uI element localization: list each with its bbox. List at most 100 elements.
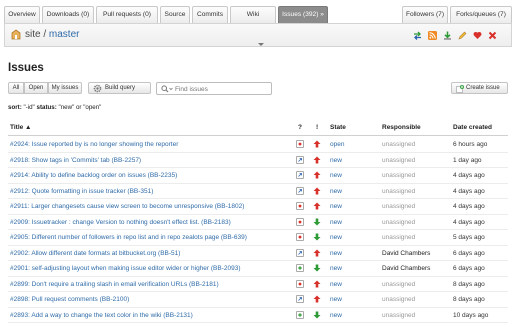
issue-date-created: 8 days ago: [453, 296, 485, 303]
issue-state[interactable]: new: [330, 265, 342, 272]
priority-up-arrow-icon: [313, 249, 321, 256]
repository-icon: [11, 29, 21, 40]
table-row[interactable]: #2918: Show tags in 'Commits' tab (BB-22…: [8, 153, 508, 168]
issue-state[interactable]: new: [330, 234, 342, 241]
issue-state[interactable]: new: [330, 203, 342, 210]
issue-title-link[interactable]: #2924: Issue reported by is no longer sh…: [10, 141, 178, 148]
issue-title-link[interactable]: #2918: Show tags in 'Commits' tab (BB-22…: [10, 157, 141, 164]
table-row[interactable]: #2909: Issuetracker : change Version to …: [8, 215, 508, 230]
table-row[interactable]: #2899: Don't require a trailing slash in…: [8, 277, 508, 292]
build-query-button[interactable]: Build query: [88, 82, 151, 94]
issue-date-created: 8 days ago: [453, 280, 485, 288]
tab-forks-queues[interactable]: Forks/queues (7): [450, 6, 512, 23]
issue-title-link[interactable]: #2901: self-adjusting layout when making…: [10, 265, 241, 272]
issue-responsible: unassigned: [382, 203, 416, 210]
priority-down-arrow-icon: [313, 264, 321, 272]
issue-title-link[interactable]: #2911: Larger changesets cause view scre…: [10, 203, 244, 210]
priority-up-arrow-icon: [313, 187, 321, 194]
issue-state[interactable]: new: [330, 188, 342, 195]
create-issue-button[interactable]: Create issue: [451, 82, 508, 94]
issue-state[interactable]: new: [330, 172, 342, 179]
tab-issues[interactable]: Issues (392) »: [278, 6, 328, 23]
priority-down-arrow-icon: [313, 311, 321, 318]
status-label: status:: [36, 104, 57, 111]
enhancement-type-icon: [296, 186, 304, 195]
priority-up-arrow-icon: [313, 202, 321, 210]
issue-responsible: David Chambers: [382, 265, 431, 272]
rss-icon[interactable]: [428, 31, 437, 40]
issue-date-created: 4 days ago: [453, 218, 485, 226]
table-row[interactable]: #2893: Add a way to change the text colo…: [8, 308, 508, 323]
issue-state[interactable]: new: [330, 157, 342, 164]
query-summary: sort: "-id" status: "new" or "open": [8, 104, 101, 111]
repo-branch[interactable]: master: [49, 29, 80, 40]
tab-downloads[interactable]: Downloads (0): [42, 6, 94, 23]
table-row[interactable]: #2898: Pull request comments (BB-2100) ne…: [8, 292, 508, 308]
priority-up-arrow-icon: [313, 171, 321, 179]
compare-arrows-icon[interactable]: [413, 31, 422, 40]
table-row[interactable]: #2914: Ability to define backlog order o…: [8, 168, 508, 184]
issue-title-link[interactable]: #2912: Quote formatting in issue tracker…: [10, 188, 153, 195]
status-value: "new" or "open": [58, 104, 102, 111]
column-date-created[interactable]: Date created: [453, 124, 492, 131]
filter-all-button[interactable]: All: [8, 82, 24, 94]
issue-responsible: David Chambers: [382, 249, 431, 257]
heart-icon[interactable]: [473, 31, 482, 40]
sort-value: "-id": [23, 104, 35, 111]
issue-title-link[interactable]: #2898: Pull request comments (BB-2100): [10, 296, 129, 303]
tab-pull-requests[interactable]: Pull requests (0): [96, 6, 158, 23]
tab-followers[interactable]: Followers (7): [402, 6, 448, 23]
column-type[interactable]: ?: [298, 124, 302, 131]
enhancement-type-icon: [296, 295, 304, 303]
delete-icon[interactable]: [488, 31, 497, 40]
column-priority[interactable]: !: [316, 124, 318, 131]
enhancement-type-icon: [296, 248, 304, 257]
issue-title-link[interactable]: #2909: Issuetracker : change Version to …: [10, 219, 231, 226]
issue-title-link[interactable]: #2893: Add a way to change the text colo…: [10, 312, 193, 319]
table-row[interactable]: #2912: Quote formatting in issue tracker…: [8, 184, 508, 199]
issue-state[interactable]: new: [330, 281, 342, 288]
proposal-type-icon: [296, 310, 304, 319]
priority-up-arrow-icon: [313, 295, 321, 303]
issue-date-created: 4 days ago: [453, 203, 485, 210]
column-responsible[interactable]: Responsible: [382, 124, 421, 131]
table-row[interactable]: #2901: self-adjusting layout when making…: [8, 261, 508, 277]
table-row[interactable]: #2905: Different number of followers in …: [8, 230, 508, 246]
issue-date-created: 10 days ago: [453, 311, 489, 319]
issue-title-link[interactable]: #2899: Don't require a trailing slash in…: [10, 281, 219, 288]
repo-path: site / master: [25, 29, 79, 40]
issue-state[interactable]: new: [330, 312, 342, 319]
issue-title-link[interactable]: #2914: Ability to define backlog order o…: [10, 172, 177, 179]
repo-owner[interactable]: site: [25, 29, 41, 40]
priority-up-arrow-icon: [313, 280, 321, 287]
issue-responsible: unassigned: [382, 280, 416, 288]
table-row[interactable]: #2924: Issue reported by is no longer sh…: [8, 137, 508, 153]
issues-table-header: Title ▲ ? ! State Responsible Date creat…: [8, 124, 508, 136]
table-row[interactable]: #2902: Allow different date formats at b…: [8, 246, 508, 261]
tab-wiki[interactable]: Wiki: [230, 6, 276, 23]
issue-responsible: unassigned: [382, 172, 416, 179]
tab-overview[interactable]: Overview: [4, 6, 40, 23]
page-title: Issues: [8, 62, 44, 74]
issue-state[interactable]: new: [330, 219, 342, 226]
table-row[interactable]: #2911: Larger changesets cause view scre…: [8, 199, 508, 215]
issue-title-link[interactable]: #2902: Allow different date formats at b…: [10, 250, 180, 257]
search-input[interactable]: [175, 84, 267, 94]
issue-date-created: 6 hours ago: [453, 141, 488, 148]
filter-open-button[interactable]: Open: [24, 82, 48, 94]
download-icon[interactable]: [443, 31, 452, 40]
issue-title-link[interactable]: #2905: Different number of followers in …: [10, 234, 247, 241]
bug-type-icon: [296, 202, 304, 210]
issue-responsible: unassigned: [382, 311, 416, 319]
edit-icon[interactable]: [458, 31, 467, 40]
issue-state[interactable]: open: [330, 141, 344, 148]
issue-state[interactable]: new: [330, 250, 342, 257]
issue-state[interactable]: new: [330, 296, 342, 303]
search-icon: [161, 85, 173, 93]
column-title[interactable]: Title ▲: [10, 124, 31, 131]
filter-my-issues-button[interactable]: My issues: [48, 82, 82, 94]
collapse-header-toggle[interactable]: [258, 43, 264, 46]
tab-source[interactable]: Source: [160, 6, 190, 23]
column-state[interactable]: State: [330, 124, 346, 131]
tab-commits[interactable]: Commits: [192, 6, 228, 23]
